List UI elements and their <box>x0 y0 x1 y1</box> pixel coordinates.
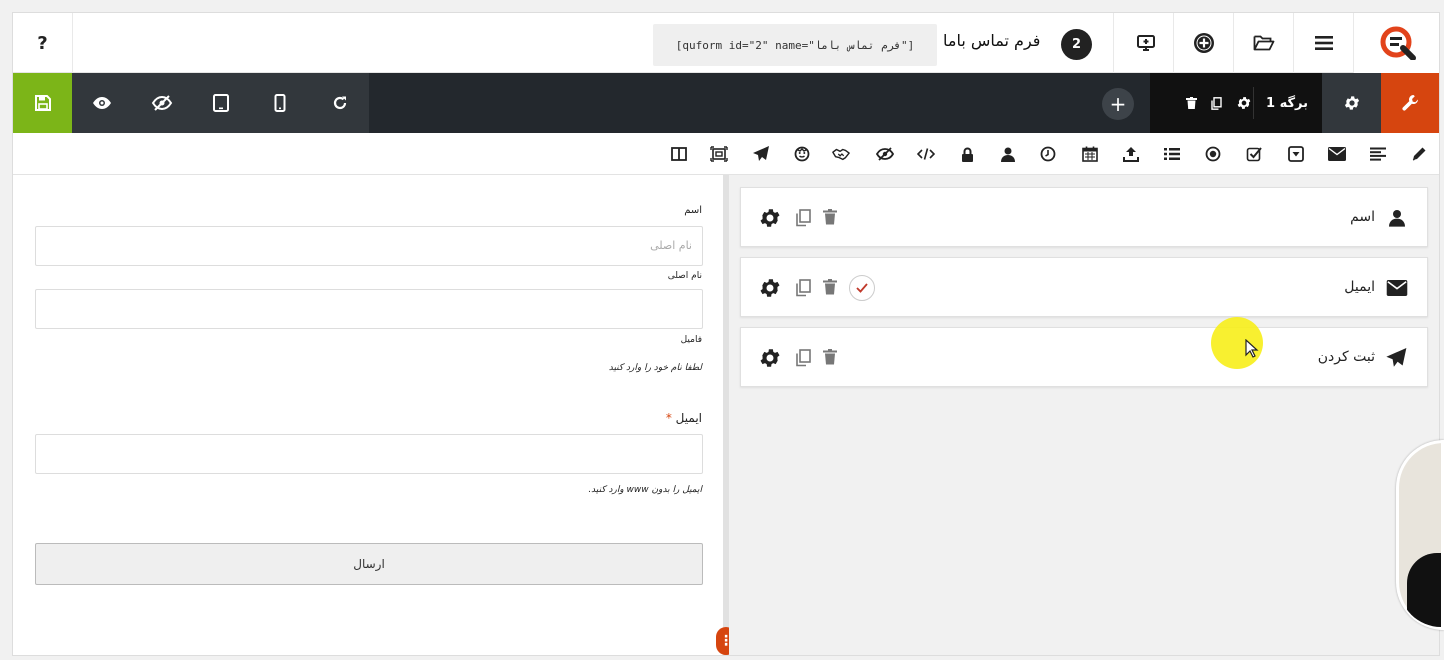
columns-icon[interactable] <box>670 145 688 163</box>
main-menu-button[interactable] <box>1293 13 1353 73</box>
help-button[interactable]: ? <box>13 13 73 73</box>
field-card-email[interactable]: ایمیل <box>740 257 1428 317</box>
duplicate-icon[interactable] <box>1211 96 1222 110</box>
last-name-input[interactable] <box>35 289 703 329</box>
name-description: لطفا نام خود را وارد کنید <box>608 363 702 373</box>
page-tab-1[interactable]: برگه 1 <box>1150 73 1322 133</box>
builder-canvas <box>729 175 1439 655</box>
select-icon[interactable] <box>1287 145 1305 163</box>
last-name-sublabel: فامیل <box>680 335 702 345</box>
time-icon[interactable] <box>1039 145 1057 163</box>
header-bar: ? [quform id="2" name="فرم تماس باما"] ف… <box>13 13 1439 73</box>
checkbox-icon[interactable] <box>1245 145 1263 163</box>
tablet-view-button[interactable] <box>191 73 250 133</box>
first-name-input[interactable]: نام اصلی <box>35 226 703 266</box>
tools-button[interactable] <box>1381 73 1439 133</box>
email-label-text: ایمیل <box>675 411 702 425</box>
first-name-sublabel: نام اصلی <box>667 271 702 281</box>
field-card-submit[interactable]: ثبت کردن <box>740 327 1428 387</box>
html-icon[interactable] <box>917 145 935 163</box>
reload-preview-button[interactable] <box>310 73 369 133</box>
tablet-icon <box>212 94 229 112</box>
refresh-icon <box>333 96 346 110</box>
hide-preview-button[interactable] <box>132 73 191 133</box>
file-upload-icon[interactable] <box>1122 145 1140 163</box>
wrench-icon <box>1402 95 1418 111</box>
email-description: ایمیل را بدون www وارد کنید. <box>588 485 702 495</box>
mobile-view-button[interactable] <box>250 73 309 133</box>
required-mark: * <box>665 411 672 425</box>
checkmark-icon <box>856 283 868 293</box>
field-label: ایمیل <box>1344 279 1375 295</box>
recaptcha-icon[interactable] <box>832 145 850 163</box>
multi-select-icon[interactable] <box>1163 145 1181 163</box>
form-preview-panel: اسم نام اصلی نام اصلی فامیل لطفا نام خود… <box>13 175 728 655</box>
required-toggle[interactable] <box>849 275 875 301</box>
builder-toolbar: + برگه 1 <box>13 73 1439 133</box>
submit-button[interactable]: ارسال <box>35 543 703 585</box>
menu-icon <box>1314 36 1333 50</box>
form-builder-app: ? [quform id="2" name="فرم تماس باما"] ف… <box>12 12 1440 656</box>
field-label: اسم <box>1350 209 1375 225</box>
hidden-icon[interactable] <box>876 145 894 163</box>
radio-icon[interactable] <box>1204 145 1222 163</box>
add-form-button[interactable] <box>1173 13 1233 73</box>
text-icon[interactable] <box>1410 145 1428 163</box>
trash-icon[interactable] <box>823 279 837 295</box>
preview-screen-icon <box>1136 35 1155 51</box>
field-card-name[interactable]: اسم <box>740 187 1428 247</box>
brand-logo[interactable] <box>1353 13 1439 73</box>
help-icon: ? <box>37 32 48 54</box>
date-icon[interactable] <box>1081 145 1099 163</box>
mouse-cursor-icon <box>1245 339 1259 358</box>
field-settings-icon[interactable] <box>758 276 782 300</box>
trash-icon[interactable] <box>823 349 837 365</box>
floppy-icon <box>34 95 51 111</box>
email-input[interactable] <box>35 434 703 474</box>
field-settings-icon[interactable] <box>758 346 782 370</box>
name-icon[interactable] <box>999 145 1017 163</box>
page-divider <box>1253 87 1254 119</box>
page-settings-icon[interactable] <box>1236 95 1252 111</box>
form-title: فرم تماس باما <box>943 31 1041 50</box>
email-icon[interactable] <box>1328 145 1346 163</box>
add-circle-icon <box>1193 33 1214 53</box>
mobile-icon <box>274 94 285 112</box>
page-label: برگه 1 <box>1266 95 1308 111</box>
email-label: ایمیل * <box>666 411 702 425</box>
password-icon[interactable] <box>958 145 976 163</box>
user-icon <box>1385 206 1409 230</box>
submit-icon[interactable] <box>752 145 770 163</box>
preview-screen-button[interactable] <box>1113 13 1177 73</box>
duplicate-icon[interactable] <box>795 279 811 297</box>
paper-plane-icon <box>1385 346 1409 370</box>
save-button[interactable] <box>13 73 72 133</box>
open-form-button[interactable] <box>1233 13 1293 73</box>
shortcode-box[interactable]: [quform id="2" name="فرم تماس باما"] <box>653 24 937 66</box>
first-name-placeholder: نام اصلی <box>650 239 692 252</box>
field-label: ثبت کردن <box>1317 349 1375 365</box>
add-page-button[interactable]: + <box>1102 88 1134 120</box>
duplicate-icon[interactable] <box>795 349 811 367</box>
preview-controls <box>72 73 369 133</box>
captcha-icon[interactable] <box>793 145 811 163</box>
form-settings-button[interactable] <box>1322 73 1381 133</box>
field-settings-icon[interactable] <box>758 206 782 230</box>
eye-icon <box>92 97 111 109</box>
textarea-icon[interactable] <box>1369 145 1387 163</box>
envelope-icon <box>1385 276 1409 300</box>
eye-slash-icon <box>151 95 172 111</box>
name-label: اسم <box>684 205 702 216</box>
elements-bar <box>13 133 1439 175</box>
preview-button[interactable] <box>72 73 131 133</box>
form-id-badge: 2 <box>1061 29 1092 60</box>
trash-icon[interactable] <box>1186 97 1197 109</box>
folder-open-icon <box>1253 35 1274 51</box>
gear-icon <box>1344 96 1359 110</box>
quform-logo-icon <box>1380 26 1416 60</box>
duplicate-icon[interactable] <box>795 209 811 227</box>
webcam-overlay <box>1396 440 1444 630</box>
trash-icon[interactable] <box>823 209 837 225</box>
group-icon[interactable] <box>710 145 728 163</box>
